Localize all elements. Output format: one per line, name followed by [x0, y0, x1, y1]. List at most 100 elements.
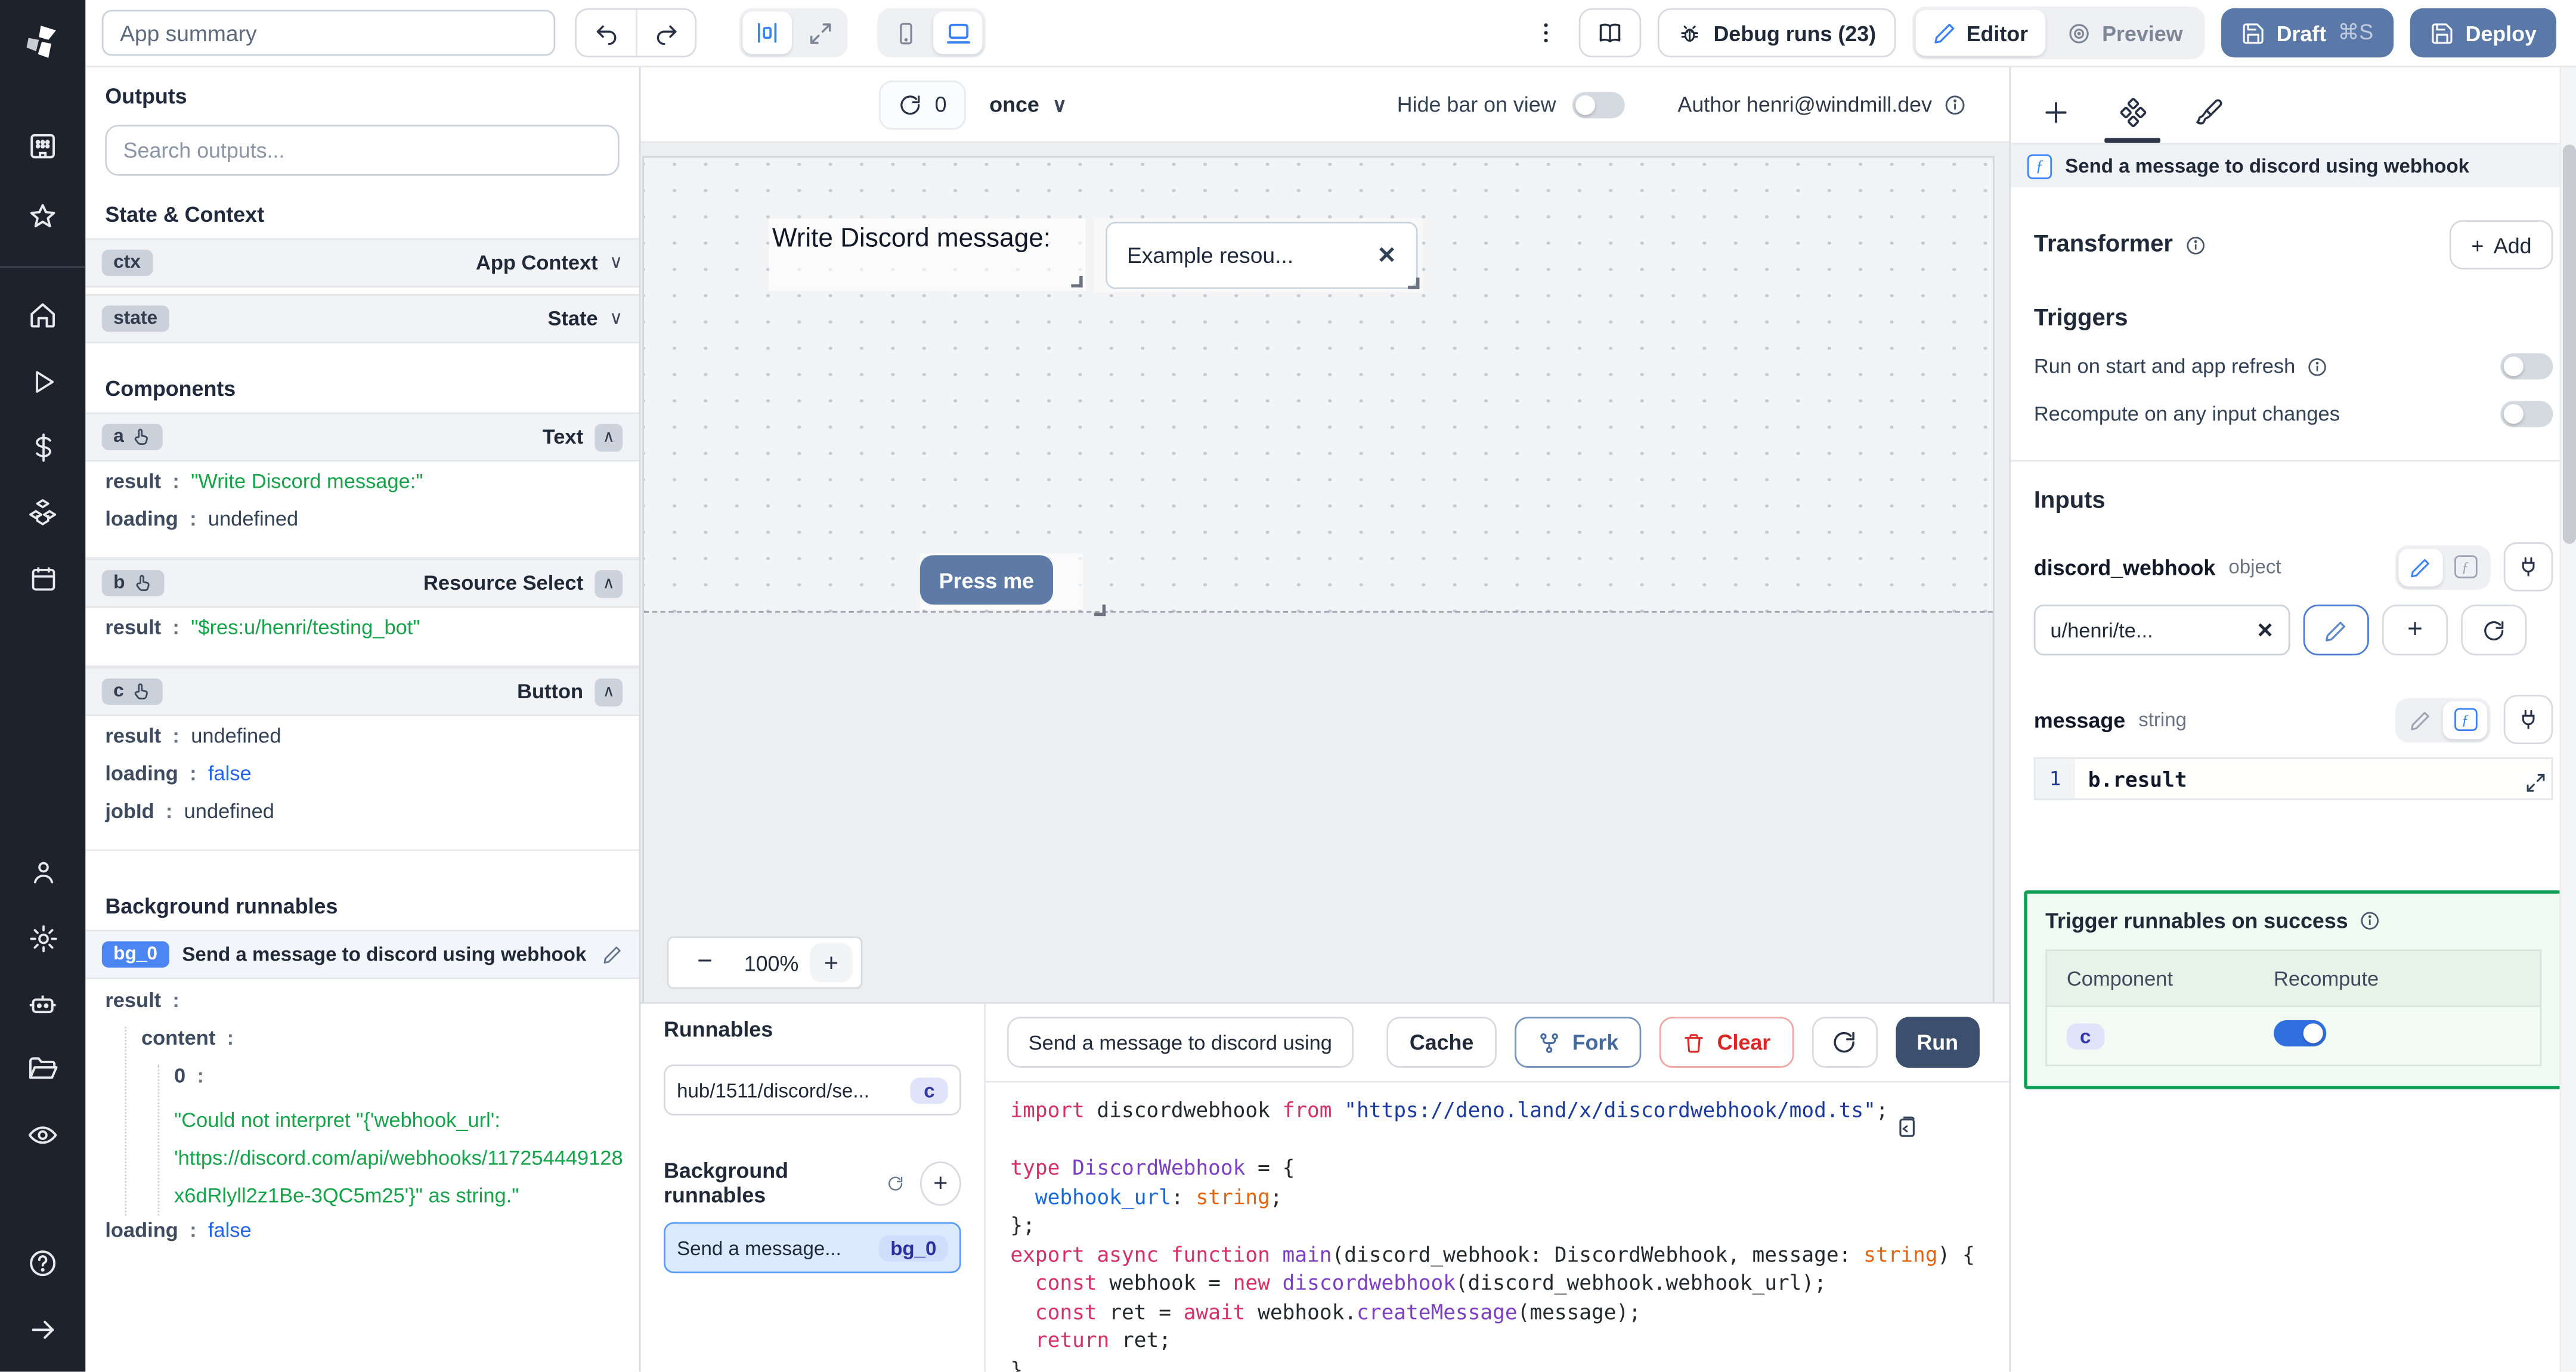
draft-button[interactable]: Draft ⌘S: [2220, 8, 2394, 58]
component-b-badge[interactable]: b: [101, 570, 165, 597]
clear-button[interactable]: Clear: [1659, 1017, 1794, 1068]
info-icon[interactable]: [2307, 355, 2329, 377]
redo-button[interactable]: [636, 10, 695, 56]
component-a-badge[interactable]: a: [101, 423, 163, 450]
button-component-cell[interactable]: Press me: [919, 553, 1106, 617]
full-width-button[interactable]: [795, 11, 844, 54]
app-summary-input[interactable]: [101, 10, 556, 56]
connect-plug-button[interactable]: [2503, 695, 2553, 745]
tab-editor[interactable]: Editor: [1915, 10, 2046, 56]
resource-select-component[interactable]: Example resou... ✕: [1106, 221, 1418, 289]
help-icon[interactable]: [0, 1231, 85, 1296]
bg0-row[interactable]: bg_0 Send a message to discord using web…: [85, 930, 639, 980]
refresh-count-button[interactable]: 0: [878, 79, 967, 129]
fork-button[interactable]: Fork: [1515, 1017, 1642, 1068]
select-component-cell[interactable]: Example resou... ✕: [1094, 218, 1423, 293]
runs-play-icon[interactable]: [0, 348, 85, 414]
collapse-chevron-up[interactable]: ∧: [595, 569, 623, 597]
add-resource-button[interactable]: +: [2382, 604, 2448, 656]
deploy-button[interactable]: Deploy: [2409, 8, 2556, 58]
run-mode-dropdown[interactable]: once ∨: [989, 92, 1067, 116]
state-badge[interactable]: state: [101, 305, 169, 332]
bg0-badge[interactable]: bg_0: [101, 941, 169, 968]
recompute-toggle[interactable]: [2500, 401, 2553, 428]
clear-x-icon[interactable]: ✕: [2256, 618, 2274, 643]
message-expr-editor[interactable]: 1 b.result: [2033, 757, 2553, 800]
info-icon[interactable]: [2184, 234, 2206, 256]
folders-icon[interactable]: [0, 1036, 85, 1102]
eval-function-button[interactable]: ƒ: [2443, 548, 2487, 586]
search-outputs-input[interactable]: [105, 125, 620, 176]
run-button[interactable]: Run: [1895, 1017, 1980, 1068]
expand-editor-icon[interactable]: [2525, 772, 2547, 794]
collapse-chevron-up[interactable]: ∧: [595, 423, 623, 451]
copy-code-icon[interactable]: [1894, 1116, 1919, 1140]
ctx-badge[interactable]: ctx: [101, 249, 153, 276]
info-icon[interactable]: [1943, 93, 1967, 116]
ctx-row[interactable]: ctx App Context ∨: [85, 238, 639, 288]
static-pencil-button[interactable]: [2398, 701, 2442, 738]
users-person-icon[interactable]: [0, 840, 85, 905]
component-row-b[interactable]: b Resource Select ∧: [85, 558, 639, 608]
code-editor[interactable]: import discordwebhook from "https://deno…: [986, 1080, 2010, 1372]
refresh-resource-button[interactable]: [2461, 604, 2527, 656]
run-on-start-toggle[interactable]: [2500, 353, 2553, 380]
chevron-down-icon[interactable]: ∨: [609, 253, 623, 272]
collapse-arrow-right-icon[interactable]: [0, 1296, 85, 1362]
resize-handle[interactable]: [1408, 277, 1420, 289]
settings-gear-icon[interactable]: [0, 905, 85, 971]
zoom-out-button[interactable]: −: [677, 948, 733, 978]
insert-plus-tab[interactable]: [2027, 87, 2083, 137]
workers-robot-icon[interactable]: [0, 971, 85, 1036]
static-pencil-button[interactable]: [2398, 547, 2443, 586]
mobile-view-button[interactable]: [881, 11, 930, 54]
eval-function-button[interactable]: ƒ: [2442, 701, 2488, 739]
styling-brush-tab[interactable]: [2182, 87, 2238, 137]
edit-resource-button[interactable]: [2303, 604, 2369, 656]
component-row-c[interactable]: c Button ∧: [85, 667, 639, 717]
undo-button[interactable]: [577, 10, 636, 56]
resize-handle[interactable]: [1071, 275, 1083, 288]
windmill-logo[interactable]: [18, 18, 67, 67]
bounded-width-button[interactable]: [742, 11, 792, 54]
canvas-grid[interactable]: Write Discord message: Example resou... …: [643, 157, 1993, 617]
add-transformer-button[interactable]: + Add: [2450, 220, 2553, 270]
schedules-calendar-icon[interactable]: [0, 546, 85, 611]
hide-bar-toggle[interactable]: [1572, 91, 1626, 117]
clear-x-icon[interactable]: ✕: [1377, 241, 1397, 270]
state-row[interactable]: state State ∨: [85, 294, 639, 343]
zoom-in-button[interactable]: +: [810, 943, 853, 983]
cache-button[interactable]: Cache: [1386, 1017, 1497, 1068]
apps-icon[interactable]: [0, 113, 85, 179]
audit-eye-icon[interactable]: [0, 1102, 85, 1168]
app-canvas[interactable]: Write Discord message: Example resou... …: [640, 143, 2010, 1002]
scrollbar-thumb[interactable]: [2562, 144, 2576, 544]
more-menu-icon[interactable]: [1530, 20, 1562, 46]
docs-book-button[interactable]: [1578, 8, 1642, 58]
star-icon[interactable]: [0, 184, 85, 250]
component-settings-tab[interactable]: [2104, 87, 2160, 137]
debug-runs-button[interactable]: Debug runs (23): [1657, 8, 1896, 58]
component-row-a[interactable]: a Text ∧: [85, 412, 639, 462]
resource-value-input[interactable]: u/henri/te... ✕: [2033, 604, 2290, 656]
text-component[interactable]: Write Discord message:: [769, 218, 1086, 291]
chevron-down-icon[interactable]: ∨: [609, 309, 623, 327]
edit-pencil-icon[interactable]: [603, 944, 623, 964]
tab-preview[interactable]: Preview: [2049, 10, 2201, 56]
resources-cubes-icon[interactable]: [0, 479, 85, 545]
runnable-item-selected[interactable]: Send a message... bg_0: [664, 1222, 961, 1274]
reload-button[interactable]: [1812, 1017, 1878, 1068]
component-c-badge[interactable]: c: [101, 678, 163, 705]
resize-handle[interactable]: [1094, 604, 1106, 617]
home-icon[interactable]: [0, 283, 85, 348]
variables-dollar-icon[interactable]: [0, 414, 85, 479]
runnable-item[interactable]: hub/1511/discord/se... c: [664, 1064, 961, 1116]
info-icon[interactable]: [2360, 910, 2381, 931]
recompute-c-toggle[interactable]: [2274, 1020, 2327, 1046]
connect-plug-button[interactable]: [2503, 542, 2553, 591]
press-me-button[interactable]: Press me: [919, 555, 1054, 605]
collapse-chevron-up[interactable]: ∧: [595, 677, 623, 706]
desktop-view-button[interactable]: [933, 11, 983, 54]
runnable-tab[interactable]: Send a message to discord using: [1007, 1017, 1354, 1068]
component-c-badge[interactable]: c: [2066, 1023, 2104, 1049]
